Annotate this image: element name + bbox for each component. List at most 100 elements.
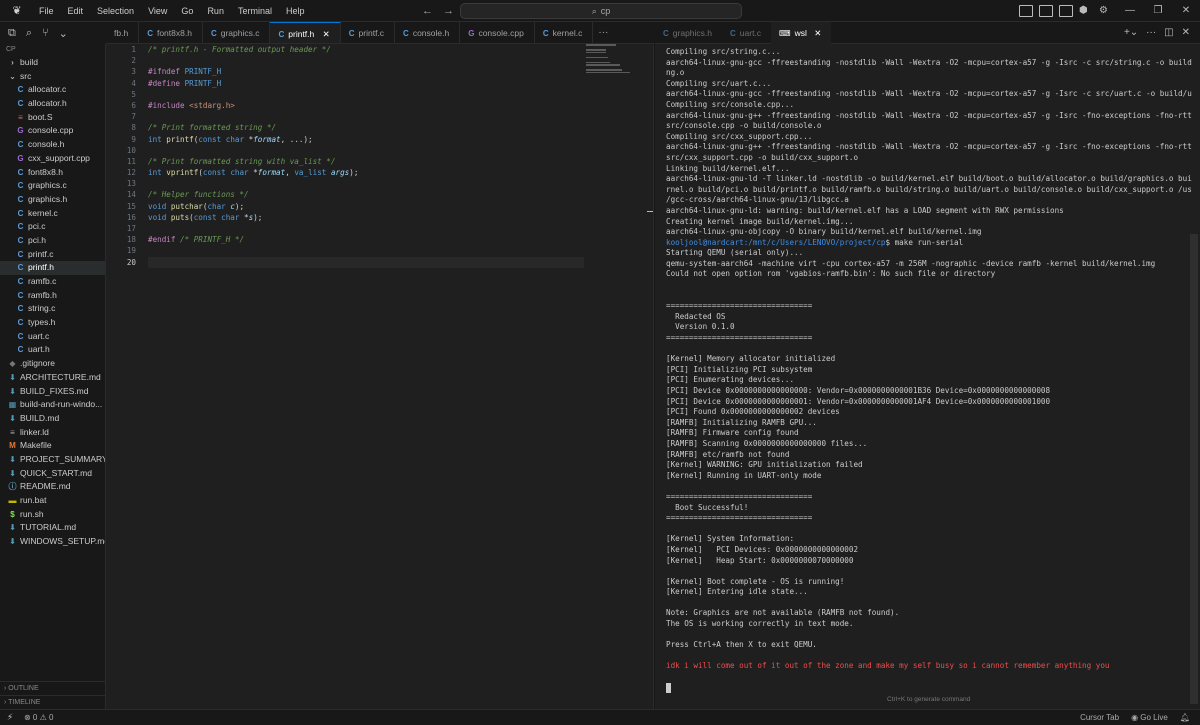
tree-item-graphics-h[interactable]: Cgraphics.h	[0, 193, 105, 207]
remote-indicator-icon[interactable]: ⚡	[0, 712, 20, 723]
code-line[interactable]	[148, 55, 588, 66]
code-content[interactable]: /* printf.h - Formatted output header */…	[148, 44, 588, 268]
tree-item-allocator-h[interactable]: Callocator.h	[0, 97, 105, 111]
code-line[interactable]	[148, 256, 584, 268]
minimap[interactable]	[586, 44, 646, 84]
tree-item-string-c[interactable]: Cstring.c	[0, 302, 105, 316]
close-icon[interactable]: ✕	[320, 29, 330, 39]
tab-printf-c[interactable]: Cprintf.c	[341, 22, 396, 43]
menu-go[interactable]: Go	[174, 0, 200, 22]
tree-item-ramfb-c[interactable]: Cramfb.c	[0, 275, 105, 289]
tree-item-pci-c[interactable]: Cpci.c	[0, 220, 105, 234]
tree-item-types-h[interactable]: Ctypes.h	[0, 316, 105, 330]
menu-view[interactable]: View	[141, 0, 174, 22]
maximize-icon[interactable]: ❐	[1144, 0, 1172, 22]
more-actions-icon[interactable]: ···	[1146, 27, 1156, 38]
tree-item-allocator-c[interactable]: Callocator.c	[0, 83, 105, 97]
tree-item-project-summary[interactable]: ⬇ PROJECT_SUMMARY....	[0, 453, 105, 467]
source-control-icon[interactable]: ⑂	[42, 27, 49, 39]
tree-item-kernel-c[interactable]: Ckernel.c	[0, 207, 105, 221]
tree-item-windows-setup-md[interactable]: ⬇ WINDOWS_SETUP.md	[0, 535, 105, 549]
toggle-sidebar-icon[interactable]	[1019, 5, 1033, 17]
settings-gear-icon[interactable]: ⚙	[1099, 5, 1113, 17]
menu-edit[interactable]: Edit	[61, 0, 91, 22]
tree-item-build-fixes-md[interactable]: ⬇ BUILD_FIXES.md	[0, 385, 105, 399]
close-icon[interactable]: ✕	[812, 28, 821, 38]
split-editor-icon[interactable]: ◫	[1164, 27, 1173, 38]
code-editor[interactable]: 1 2 3 4 5 6 7 8 9 10 11 12 13 14 15 16 17 18 19 20 /* print…	[106, 44, 654, 709]
code-line[interactable]: /* Print formatted string with va_list *…	[148, 156, 588, 167]
tree-item-console-h[interactable]: Cconsole.h	[0, 138, 105, 152]
code-line[interactable]: int printf(const char *format, ...);	[148, 134, 588, 145]
terminal-tab-uart-c[interactable]: Cuart.c	[722, 22, 771, 44]
outline-panel-header[interactable]: › OUTLINE	[0, 681, 106, 695]
tree-item-build-md[interactable]: ⬇ BUILD.md	[0, 412, 105, 426]
tree-item-graphics-c[interactable]: Cgraphics.c	[0, 179, 105, 193]
explorer-files-icon[interactable]: ⧉	[8, 27, 16, 40]
command-center[interactable]: ⌕ cp	[460, 3, 742, 19]
tree-item-printf-h[interactable]: Cprintf.h	[0, 261, 105, 275]
code-line[interactable]: #define PRINTF_H	[148, 78, 588, 89]
code-line[interactable]	[148, 178, 588, 189]
new-terminal-plus-icon[interactable]: +⌄	[1124, 27, 1138, 38]
tree-item-printf-c[interactable]: Cprintf.c	[0, 248, 105, 262]
code-line[interactable]: #ifndef PRINTF_H	[148, 66, 588, 77]
code-line[interactable]: void puts(const char *s);	[148, 212, 588, 223]
terminal-tab-wsl[interactable]: ⌨ wsl ✕	[771, 21, 832, 44]
explorer-root-label[interactable]: CP	[0, 44, 105, 56]
tree-item-src[interactable]: ⌄ src	[0, 70, 105, 84]
tree-item-uart-c[interactable]: Cuart.c	[0, 330, 105, 344]
code-line[interactable]	[148, 245, 588, 256]
menu-selection[interactable]: Selection	[90, 0, 141, 22]
tree-item-ramfb-h[interactable]: Cramfb.h	[0, 289, 105, 303]
tree-item-pci-h[interactable]: Cpci.h	[0, 234, 105, 248]
code-line[interactable]	[148, 223, 588, 234]
code-line[interactable]: /* Print formatted string */	[148, 122, 588, 133]
menu-run[interactable]: Run	[200, 0, 231, 22]
tab-console-h[interactable]: Cconsole.h	[395, 22, 461, 43]
tab-graphics-c[interactable]: Cgraphics.c	[203, 22, 271, 43]
tree-item-architecture-md[interactable]: ⬇ ARCHITECTURE.md	[0, 371, 105, 385]
tab-fb-h[interactable]: fb.h	[106, 22, 140, 43]
tree-item-console-cpp[interactable]: Gconsole.cpp	[0, 124, 105, 138]
tab-console-cpp[interactable]: Gconsole.cpp	[460, 22, 535, 43]
toggle-secondary-sidebar-icon[interactable]	[1059, 5, 1073, 17]
tree-item-uart-h[interactable]: Cuart.h	[0, 343, 105, 357]
tree-item-run-sh[interactable]: $ run.sh	[0, 508, 105, 522]
extensions-icon[interactable]: ⬢	[1079, 5, 1093, 17]
terminal-scrollbar[interactable]	[1190, 234, 1198, 704]
toggle-panel-icon[interactable]	[1039, 5, 1053, 17]
code-line[interactable]	[148, 89, 588, 100]
tree-item--gitignore[interactable]: ◆ .gitignore	[0, 357, 105, 371]
code-line[interactable]: int vprintf(const char *format, va_list …	[148, 167, 588, 178]
minimize-icon[interactable]: —	[1116, 0, 1144, 22]
tree-item-font8x8-h[interactable]: Cfont8x8.h	[0, 166, 105, 180]
menu-terminal[interactable]: Terminal	[231, 0, 279, 22]
code-line[interactable]: /* printf.h - Formatted output header */	[148, 44, 588, 55]
tree-item-build-and-run-windo[interactable]: ▦ build-and-run-windo...	[0, 398, 105, 412]
chevron-down-icon[interactable]: ⌄	[59, 27, 68, 40]
more-tabs-icon[interactable]: ···	[593, 22, 613, 43]
tab-printf-h[interactable]: Cprintf.h ✕	[270, 22, 341, 43]
tree-item-makefile[interactable]: M Makefile	[0, 439, 105, 453]
code-line[interactable]: /* Helper functions */	[148, 189, 588, 200]
tree-item-boot-s[interactable]: ≡ boot.S	[0, 111, 105, 125]
forward-arrow-icon[interactable]: →	[443, 5, 454, 17]
tree-item-quick-start-md[interactable]: ⬇ QUICK_START.md	[0, 467, 105, 481]
tree-item-cxx-support-cpp[interactable]: Gcxx_support.cpp	[0, 152, 105, 166]
cursor-tab-status[interactable]: Cursor Tab	[1080, 713, 1119, 722]
back-arrow-icon[interactable]: ←	[422, 5, 433, 17]
go-live-button[interactable]: ◉ Go Live	[1131, 713, 1168, 722]
menu-help[interactable]: Help	[279, 0, 312, 22]
search-icon[interactable]: ⌕	[26, 27, 32, 40]
timeline-panel-header[interactable]: › TIMELINE	[0, 695, 106, 709]
tree-item-tutorial-md[interactable]: ⬇ TUTORIAL.md	[0, 521, 105, 535]
problems-indicator[interactable]: ⊗ 0 ⚠ 0	[24, 713, 53, 722]
terminal-output[interactable]: Compiling src/string.c... aarch64-linux-g…	[666, 47, 1192, 693]
tab-kernel-c[interactable]: Ckernel.c	[535, 22, 594, 43]
tree-item-run-bat[interactable]: ▬ run.bat	[0, 494, 105, 508]
code-line[interactable]	[148, 145, 588, 156]
notifications-bell-icon[interactable]: 🔔︎	[1180, 713, 1190, 722]
terminal-tab-graphics-h[interactable]: Cgraphics.h	[655, 22, 722, 44]
tree-item-linker-ld[interactable]: ≡ linker.ld	[0, 426, 105, 440]
